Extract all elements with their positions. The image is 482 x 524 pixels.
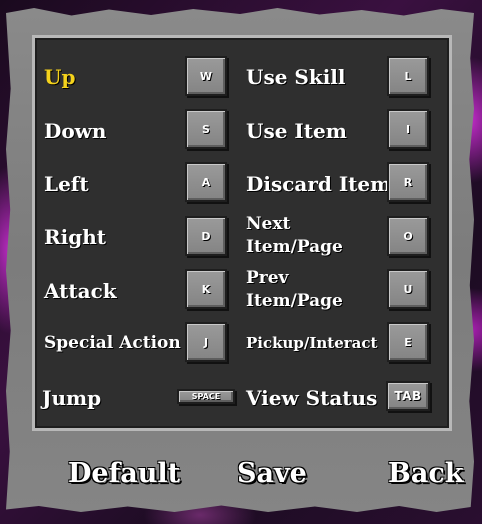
- key-button-view-status[interactable]: TAB: [386, 381, 430, 411]
- key-button-attack[interactable]: K: [185, 269, 227, 309]
- binding-label-up[interactable]: Up: [44, 67, 75, 87]
- binding-label-right[interactable]: Right: [44, 227, 106, 247]
- binding-label-prev-line2: Item/Page: [246, 291, 343, 311]
- binding-label-down[interactable]: Down: [44, 121, 106, 141]
- key-button-pickup-interact[interactable]: E: [387, 322, 429, 362]
- key-button-discard-item[interactable]: R: [387, 162, 429, 202]
- binding-label-prev-line1: Prev: [246, 268, 289, 288]
- binding-label-view-status[interactable]: View Status: [246, 388, 377, 408]
- key-button-next-item-page[interactable]: O: [387, 216, 429, 256]
- key-button-jump[interactable]: SPACE: [177, 389, 235, 404]
- binding-label-special-action[interactable]: Special Action: [44, 335, 181, 352]
- key-button-up[interactable]: W: [185, 56, 227, 96]
- binding-label-use-item[interactable]: Use Item: [246, 121, 347, 141]
- key-button-down[interactable]: S: [185, 109, 227, 149]
- binding-label-discard-item[interactable]: Discard Item: [246, 174, 391, 194]
- binding-label-use-skill[interactable]: Use Skill: [246, 67, 345, 87]
- default-button[interactable]: Default: [68, 460, 180, 487]
- key-button-right[interactable]: D: [185, 216, 227, 256]
- binding-label-jump[interactable]: Jump: [42, 388, 101, 408]
- key-button-prev-item-page[interactable]: U: [387, 269, 429, 309]
- binding-label-left[interactable]: Left: [44, 174, 89, 194]
- key-button-special-action[interactable]: J: [185, 322, 227, 362]
- key-button-left[interactable]: A: [185, 162, 227, 202]
- binding-label-next-line2: Item/Page: [246, 237, 343, 257]
- key-button-use-item[interactable]: I: [387, 109, 429, 149]
- save-button[interactable]: Save: [237, 460, 307, 487]
- binding-label-next-line1: Next: [246, 214, 291, 234]
- key-button-use-skill[interactable]: L: [387, 56, 429, 96]
- back-button[interactable]: Back: [388, 460, 463, 487]
- binding-label-pickup-interact[interactable]: Pickup/Interact: [246, 336, 377, 351]
- binding-label-attack[interactable]: Attack: [44, 281, 117, 301]
